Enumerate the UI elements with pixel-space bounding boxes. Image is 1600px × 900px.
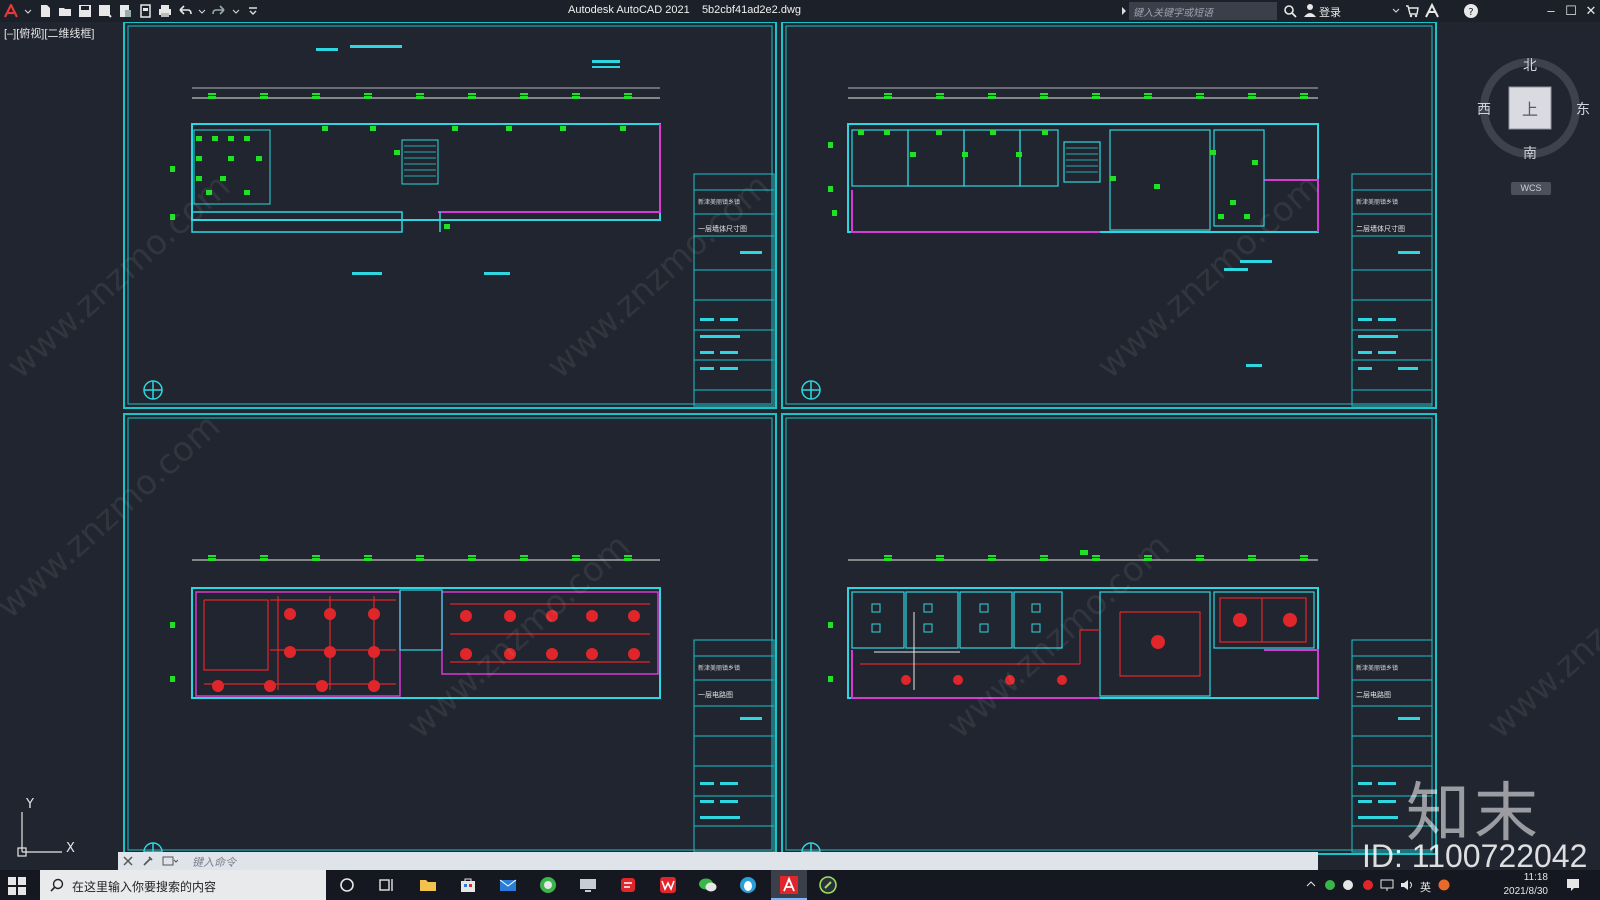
window-title: Autodesk AutoCAD 2021 5b2cbf41ad2e2.dwg xyxy=(568,4,801,16)
sheet-title-2: 二层墙体尺寸图 xyxy=(1356,224,1405,233)
wcs-menu[interactable]: WCS xyxy=(1511,182,1551,195)
store-icon[interactable] xyxy=(458,875,478,895)
viewcube-top-label: 上 xyxy=(1522,100,1538,119)
sheet-title-3: 一层电路图 xyxy=(698,690,733,699)
viewcube[interactable]: 上 北 南 东 西 xyxy=(1470,55,1590,175)
wps-office-icon[interactable] xyxy=(658,875,678,895)
svg-text:?: ? xyxy=(1468,7,1473,18)
browser-360-icon[interactable] xyxy=(538,875,558,895)
ime-indicator[interactable]: 英 xyxy=(1420,879,1431,895)
save-icon[interactable] xyxy=(78,4,92,18)
cart-icon[interactable] xyxy=(1405,4,1419,18)
file-explorer-icon[interactable] xyxy=(418,875,438,895)
monitor-icon[interactable] xyxy=(578,875,598,895)
autodesk-a360-icon[interactable] xyxy=(1424,3,1440,19)
cortana-icon[interactable] xyxy=(337,875,357,895)
windows-taskbar: 在这里输入你要搜索的内容 英 11:18 2021/8/30 xyxy=(0,870,1600,900)
user-icon[interactable] xyxy=(1303,3,1317,17)
app-green-icon[interactable] xyxy=(818,875,838,895)
quick-access-toolbar xyxy=(4,3,266,19)
search-expand-icon[interactable] xyxy=(1121,7,1127,15)
search-icon[interactable] xyxy=(1283,4,1297,18)
redo-icon[interactable] xyxy=(212,4,226,18)
sheet-project-2: 新津美丽镇乡镇 xyxy=(1356,198,1398,206)
taskbar-search-input[interactable]: 在这里输入你要搜索的内容 xyxy=(40,870,326,900)
login-button[interactable]: 登录 xyxy=(1319,4,1341,20)
chevron-down-icon[interactable] xyxy=(24,4,32,18)
command-input[interactable]: 键入命令 xyxy=(192,854,236,870)
system-clock[interactable]: 11:18 2021/8/30 xyxy=(1484,871,1549,899)
help-icon[interactable]: ? xyxy=(1463,3,1479,19)
windows-start-icon[interactable] xyxy=(8,877,26,895)
file-name: 5b2cbf41ad2e2.dwg xyxy=(701,4,802,16)
taskbar-search-placeholder: 在这里输入你要搜索的内容 xyxy=(72,880,217,894)
autocad-logo-icon[interactable] xyxy=(4,4,18,18)
viewport-controls-label[interactable]: [–][俯视][二维线框] xyxy=(4,25,94,41)
tray-expand-icon[interactable] xyxy=(1306,879,1316,889)
undo-dropdown-icon[interactable] xyxy=(198,4,206,18)
command-history-icon[interactable] xyxy=(162,855,178,867)
qq-icon[interactable] xyxy=(738,875,758,895)
compass-south[interactable]: 南 xyxy=(1523,146,1537,162)
watermark-text: www.znzmo.com xyxy=(1479,526,1600,747)
watermark-text: www.znzmo.com xyxy=(0,406,228,627)
mail-icon[interactable] xyxy=(498,875,518,895)
autocad-app-icon xyxy=(780,876,798,894)
inner-frame-lines xyxy=(127,25,1433,851)
redo-dropdown-icon[interactable] xyxy=(232,4,240,18)
title-block-fills xyxy=(700,251,1420,819)
model-space-canvas[interactable]: 一层墙体尺寸图 二层墙体尺寸图 一层电路图 二层电路图 新津美丽镇乡镇 新津美丽… xyxy=(0,22,1600,870)
app-name: Autodesk AutoCAD 2021 xyxy=(568,4,690,16)
close-button[interactable]: ✕ xyxy=(1580,2,1600,20)
close-command-line-icon[interactable] xyxy=(122,855,134,867)
sogou-ime-icon[interactable] xyxy=(1438,879,1450,891)
tray-app-icon[interactable] xyxy=(1362,879,1374,891)
volume-icon[interactable] xyxy=(1400,879,1414,891)
taskbar-active-app[interactable] xyxy=(771,870,807,900)
minimize-button[interactable]: – xyxy=(1540,2,1562,20)
tray-qq-icon[interactable] xyxy=(1342,879,1354,891)
watermark-repeat: www.znzmo.com www.znzmo.com www.znzmo.co… xyxy=(0,166,1600,747)
clock-time: 11:18 xyxy=(1523,872,1548,883)
tray-wechat-icon[interactable] xyxy=(1324,879,1336,891)
layout-frames xyxy=(123,22,1437,855)
compass-north[interactable]: 北 xyxy=(1523,58,1537,74)
wechat-icon[interactable] xyxy=(698,875,718,895)
sheet-title-4: 二层电路图 xyxy=(1356,690,1391,699)
title-bar: Autodesk AutoCAD 2021 5b2cbf41ad2e2.dwg … xyxy=(0,0,1600,22)
login-dropdown-icon[interactable] xyxy=(1392,7,1400,15)
maximize-button[interactable]: ☐ xyxy=(1560,2,1582,20)
new-file-icon[interactable] xyxy=(38,4,52,18)
command-line[interactable]: 键入命令 xyxy=(118,852,1318,870)
open-folder-icon[interactable] xyxy=(58,4,72,18)
customize-toolbar-icon[interactable] xyxy=(246,4,260,18)
watermark-text: www.znzmo.com xyxy=(1089,166,1328,387)
plan-1-floor1-walls xyxy=(170,45,661,275)
title-block-2 xyxy=(1351,173,1433,407)
ucs-y-label: Y xyxy=(25,797,34,812)
ucs-icon xyxy=(17,812,62,857)
sheet-project-4: 新津美丽镇乡镇 xyxy=(1356,664,1398,672)
undo-icon[interactable] xyxy=(178,4,192,18)
save-as-icon[interactable] xyxy=(98,4,112,18)
compass-west[interactable]: 西 xyxy=(1477,102,1491,118)
plot-preview-icon[interactable] xyxy=(138,4,152,18)
north-arrow-markers xyxy=(143,380,821,862)
ucs-x-label: X xyxy=(66,841,75,856)
watermark-text: www.znzmo.com xyxy=(539,166,778,387)
watermark-text: www.znzmo.com xyxy=(0,166,238,387)
task-view-icon[interactable] xyxy=(377,875,397,895)
notification-center-icon[interactable] xyxy=(1566,878,1580,892)
customize-icon[interactable] xyxy=(142,855,154,867)
sheet-project-3: 新津美丽镇乡镇 xyxy=(698,664,740,672)
wps-pdf-icon[interactable] xyxy=(618,875,638,895)
publish-icon[interactable] xyxy=(118,4,132,18)
clock-date: 2021/8/30 xyxy=(1503,886,1549,897)
help-search-input[interactable]: 键入关键字或短语 xyxy=(1129,2,1277,20)
print-icon[interactable] xyxy=(158,4,172,18)
search-icon xyxy=(50,878,64,892)
network-icon[interactable] xyxy=(1380,879,1394,891)
compass-east[interactable]: 东 xyxy=(1576,102,1590,118)
